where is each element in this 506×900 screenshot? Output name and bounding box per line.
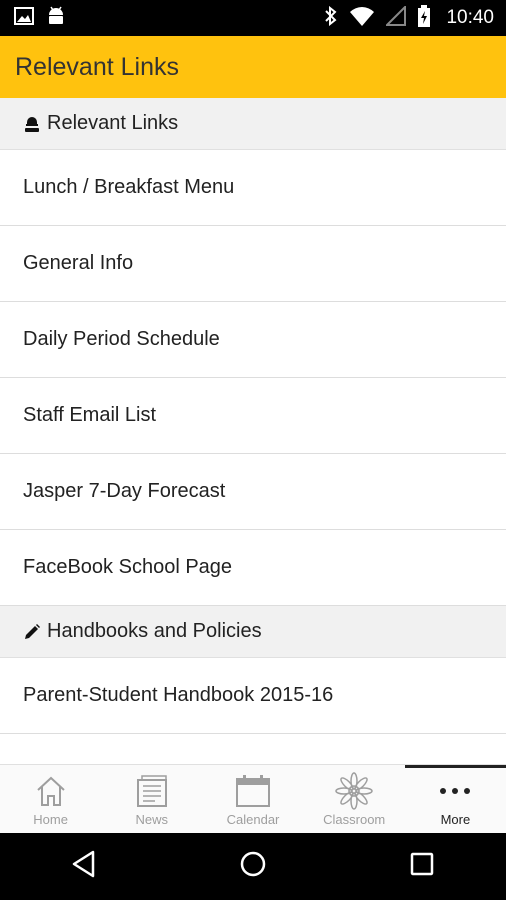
section-title: Handbooks and Policies	[47, 620, 262, 642]
more-icon	[438, 772, 472, 810]
page-title: Relevant Links	[15, 52, 179, 81]
bluetooth-icon	[324, 5, 338, 31]
list-item-parent-student-handbook[interactable]: Parent-Student Handbook 2015-16	[0, 658, 506, 734]
list-item-label: Daily Period Schedule	[23, 328, 220, 350]
status-bar: 10:40	[0, 0, 506, 36]
nav-news[interactable]: News	[101, 765, 202, 833]
list-item-general-info[interactable]: General Info	[0, 226, 506, 302]
bottom-navigation: Home News Calendar Classroom More	[0, 764, 506, 833]
list-item-facebook-page[interactable]: FaceBook School Page	[0, 530, 506, 606]
home-icon	[34, 772, 68, 810]
nav-classroom[interactable]: Classroom	[304, 765, 405, 833]
classroom-icon	[335, 772, 373, 810]
nav-label: Classroom	[323, 812, 386, 827]
app-bar: Relevant Links	[0, 36, 506, 98]
nav-more[interactable]: More	[404, 765, 506, 833]
recents-icon[interactable]	[409, 851, 435, 882]
battery-icon	[418, 4, 431, 32]
status-left	[14, 5, 66, 32]
person-icon	[22, 114, 42, 134]
list-item-label: Jasper 7-Day Forecast	[23, 480, 226, 502]
section-title: Relevant Links	[47, 112, 179, 134]
back-icon[interactable]	[71, 850, 97, 883]
list-item-staff-email-list[interactable]: Staff Email List	[0, 378, 506, 454]
nav-label: More	[440, 812, 471, 827]
calendar-icon	[235, 772, 271, 810]
nav-home[interactable]: Home	[0, 765, 101, 833]
list-item-label: Parent-Student Handbook 2015-16	[23, 684, 334, 706]
news-icon	[135, 772, 169, 810]
system-navigation-bar	[0, 833, 506, 900]
list-item-label: FaceBook School Page	[23, 556, 233, 578]
section-header-relevant-links: Relevant Links	[0, 98, 506, 150]
list-item-lunch-menu[interactable]: Lunch / Breakfast Menu	[0, 150, 506, 226]
section-header-handbooks: Handbooks and Policies	[0, 606, 506, 658]
list-item-label: General Info	[23, 252, 134, 274]
list-item-label: Lunch / Breakfast Menu	[23, 176, 235, 198]
signal-icon	[385, 4, 407, 31]
wifi-icon	[350, 6, 375, 31]
pencil-icon	[22, 622, 42, 642]
links-list[interactable]: Relevant Links Lunch / Breakfast Menu Ge…	[0, 98, 506, 764]
nav-label: Calendar	[226, 812, 280, 827]
list-item-daily-period-schedule[interactable]: Daily Period Schedule	[0, 302, 506, 378]
list-item-jasper-forecast[interactable]: Jasper 7-Day Forecast	[0, 454, 506, 530]
image-icon	[14, 6, 34, 30]
nav-calendar[interactable]: Calendar	[202, 765, 303, 833]
nav-label: Home	[33, 812, 68, 827]
list-item-label: Staff Email List	[23, 404, 157, 426]
status-time: 10:40	[446, 7, 494, 28]
android-icon	[46, 5, 66, 32]
status-right: 10:40	[324, 4, 494, 32]
home-circle-icon[interactable]	[239, 850, 267, 883]
nav-label: News	[135, 812, 169, 827]
